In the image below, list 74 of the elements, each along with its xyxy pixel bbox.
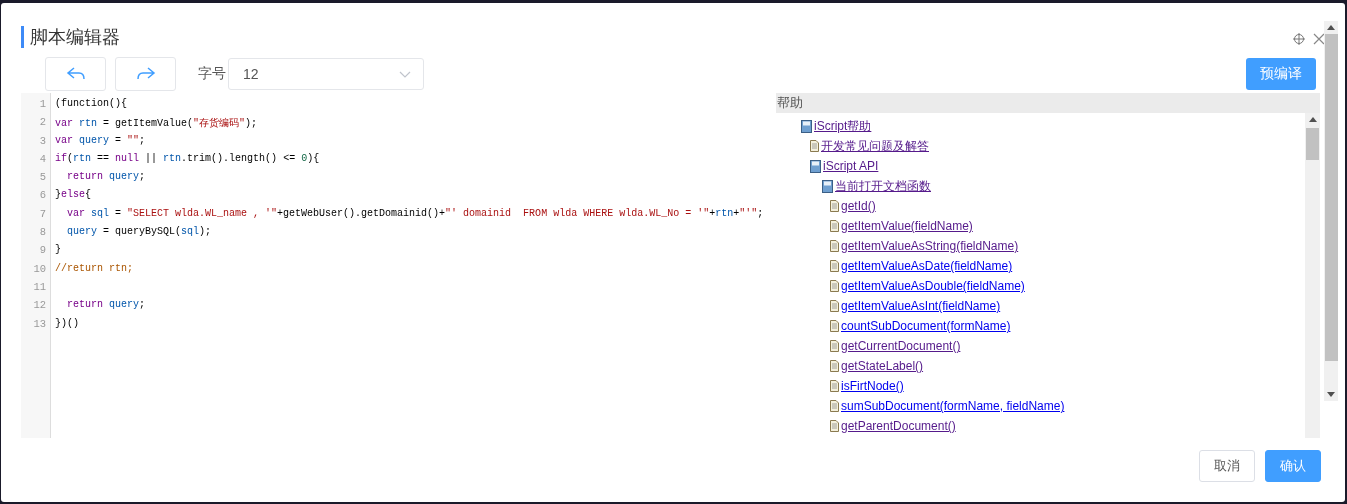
help-link[interactable]: getId() (841, 199, 876, 213)
scroll-down-icon[interactable] (1327, 392, 1335, 397)
line-number: 12 (32, 299, 47, 314)
close-icon[interactable] (1313, 33, 1325, 45)
document-icon (830, 240, 839, 252)
line-number: 8 (38, 226, 47, 241)
undo-icon (65, 67, 86, 81)
code-line: if(rtn == null || rtn.trim().length() <= 0){ (55, 152, 321, 166)
code-line: var rtn = getItemValue("存货编码"); (55, 117, 259, 132)
line-number: 2 (38, 116, 47, 131)
help-link[interactable]: getCurrentDocument() (841, 339, 961, 353)
line-number: 1 (38, 98, 47, 112)
help-link[interactable]: getStateLabel() (841, 359, 924, 373)
help-link[interactable]: getItemValue(fieldName) (841, 219, 973, 233)
help-link[interactable]: getItemValueAsString(fieldName) (841, 239, 1019, 253)
dialog-title: 脚本编辑器 (21, 26, 120, 48)
help-link[interactable]: iScript API (823, 159, 879, 173)
line-number: 9 (38, 244, 47, 259)
cancel-button[interactable]: 取消 (1199, 450, 1255, 482)
undo-button[interactable] (45, 57, 106, 91)
book-icon (801, 119, 812, 133)
help-link[interactable]: 开发常见问题及解答 (821, 137, 929, 155)
scrollbar[interactable] (1305, 113, 1320, 438)
help-link[interactable]: iScript帮助 (814, 117, 872, 135)
document-icon (810, 140, 819, 152)
help-link[interactable]: 当前打开文档函数 (835, 177, 931, 195)
line-number: 4 (38, 152, 47, 167)
code-line: var query = ""; (55, 134, 147, 148)
help-link[interactable]: getItemValueAsDouble(fieldName) (841, 279, 1025, 293)
document-icon (830, 380, 839, 392)
scroll-up-icon[interactable] (1308, 117, 1317, 122)
line-number: 10 (32, 262, 47, 277)
help-link[interactable]: countSubDocument(formName) (841, 319, 1011, 333)
document-icon (830, 300, 839, 312)
document-icon (830, 280, 839, 292)
line-number: 13 (32, 317, 47, 332)
line-number: 3 (38, 134, 47, 149)
code-line: return query; (66, 299, 147, 313)
help-link[interactable]: sumSubDocument(formName, fieldName) (841, 399, 1065, 413)
help-link[interactable]: isFirtNode() (841, 379, 904, 393)
crosshair-icon[interactable] (1293, 33, 1305, 45)
document-icon (830, 400, 839, 412)
document-icon (830, 360, 839, 372)
book-icon (822, 179, 833, 193)
code-line: }else{ (55, 189, 93, 203)
code-line: (function(){ (55, 98, 128, 111)
help-link[interactable]: getParentDocument() (841, 419, 956, 433)
line-number: 5 (38, 171, 47, 186)
document-icon (830, 420, 839, 432)
scroll-up-icon[interactable] (1327, 25, 1335, 30)
redo-icon (135, 67, 156, 81)
line-number: 6 (38, 189, 47, 204)
document-icon (830, 320, 839, 332)
help-link[interactable]: getItemValueAsInt(fieldName) (841, 299, 1001, 313)
help-link[interactable]: getItemValueAsDate(fieldName) (841, 259, 1013, 273)
chevron-down-icon (399, 70, 411, 78)
code-line: return query; (66, 171, 147, 185)
code-line: //return rtn; (55, 262, 134, 276)
document-icon (830, 260, 839, 272)
book-icon (810, 159, 821, 173)
line-number: 11 (32, 280, 47, 295)
code-line: query = queryBySQL(sql); (66, 226, 213, 240)
font-size-select[interactable]: 12 (228, 58, 424, 90)
scrollbar-thumb[interactable] (1306, 128, 1319, 160)
document-icon (830, 220, 839, 232)
code-line: })() (55, 317, 80, 331)
code-line: var sql = "SELECT wlda.WL_name , '"+getWebUser().getDomainid()+"' domainid FROM wlda WHERE wlda.WL_No = '"+rtn+"'"; (66, 207, 765, 221)
help-header: 帮助 (776, 93, 1320, 113)
line-number: 7 (38, 207, 47, 222)
document-icon (830, 200, 839, 212)
document-icon (830, 340, 839, 352)
code-line: } (55, 244, 62, 258)
redo-button[interactable] (115, 57, 176, 91)
font-size-label: 字号 (198, 65, 227, 83)
